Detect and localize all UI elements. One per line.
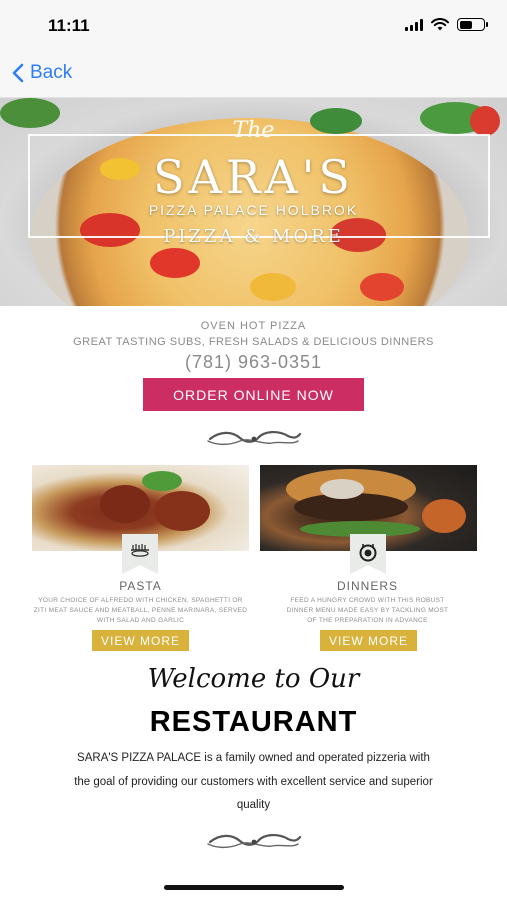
- battery-icon: [457, 18, 488, 31]
- hero-tagline: PIZZA & MORE: [163, 226, 344, 247]
- info-line-1: OVEN HOT PIZZA: [200, 320, 307, 332]
- hero-banner: The SARA'S PIZZA PALACE HOLBROK PIZZA & …: [0, 98, 507, 306]
- hero-brand: SARA'S: [153, 150, 354, 204]
- back-button[interactable]: Back: [12, 62, 72, 84]
- status-icons: [405, 18, 488, 31]
- home-indicator[interactable]: [164, 885, 344, 890]
- status-bar: 11:11: [0, 0, 507, 50]
- hero-subtitle: PIZZA PALACE HOLBROK: [148, 202, 359, 218]
- restaurant-heading: RESTAURANT: [149, 706, 358, 738]
- pasta-icon: [131, 544, 149, 557]
- chevron-left-icon: [12, 63, 24, 83]
- pasta-ribbon: [122, 534, 158, 574]
- dinners-view-more-button[interactable]: VIEW MORE: [320, 630, 417, 651]
- welcome-script-heading: Welcome to Our: [147, 664, 360, 694]
- status-time: 11:11: [48, 16, 90, 35]
- info-block: OVEN HOT PIZZA GREAT TASTING SUBS, FRESH…: [0, 320, 507, 373]
- dinner-plate-icon: [359, 544, 377, 562]
- pasta-view-more-button[interactable]: VIEW MORE: [92, 630, 189, 651]
- about-text: SARA'S PIZZA PALACE is a family owned an…: [74, 752, 433, 811]
- hero-the: The: [232, 118, 275, 143]
- back-label: Back: [30, 62, 73, 83]
- order-online-button[interactable]: ORDER ONLINE NOW: [143, 378, 364, 411]
- dinners-title: DINNERS: [336, 579, 398, 593]
- flourish-divider-icon: [207, 431, 302, 446]
- cellular-signal-icon: [405, 18, 423, 31]
- dinners-description: FEED A HUNGRY CROWD WITH THIS ROBUST DIN…: [286, 597, 449, 624]
- info-line-2: GREAT TASTING SUBS, FRESH SALADS & DELIC…: [73, 336, 434, 348]
- pasta-description: YOUR CHOICE OF ALFREDO WITH CHICKEN, SPA…: [33, 597, 248, 624]
- navigation-bar: Back: [0, 50, 507, 98]
- phone-number[interactable]: (781) 963-0351: [0, 352, 507, 373]
- flourish-divider-icon: [207, 834, 302, 849]
- pasta-title: PASTA: [119, 579, 162, 593]
- wifi-icon: [431, 18, 449, 31]
- dinner-ribbon: [350, 534, 386, 574]
